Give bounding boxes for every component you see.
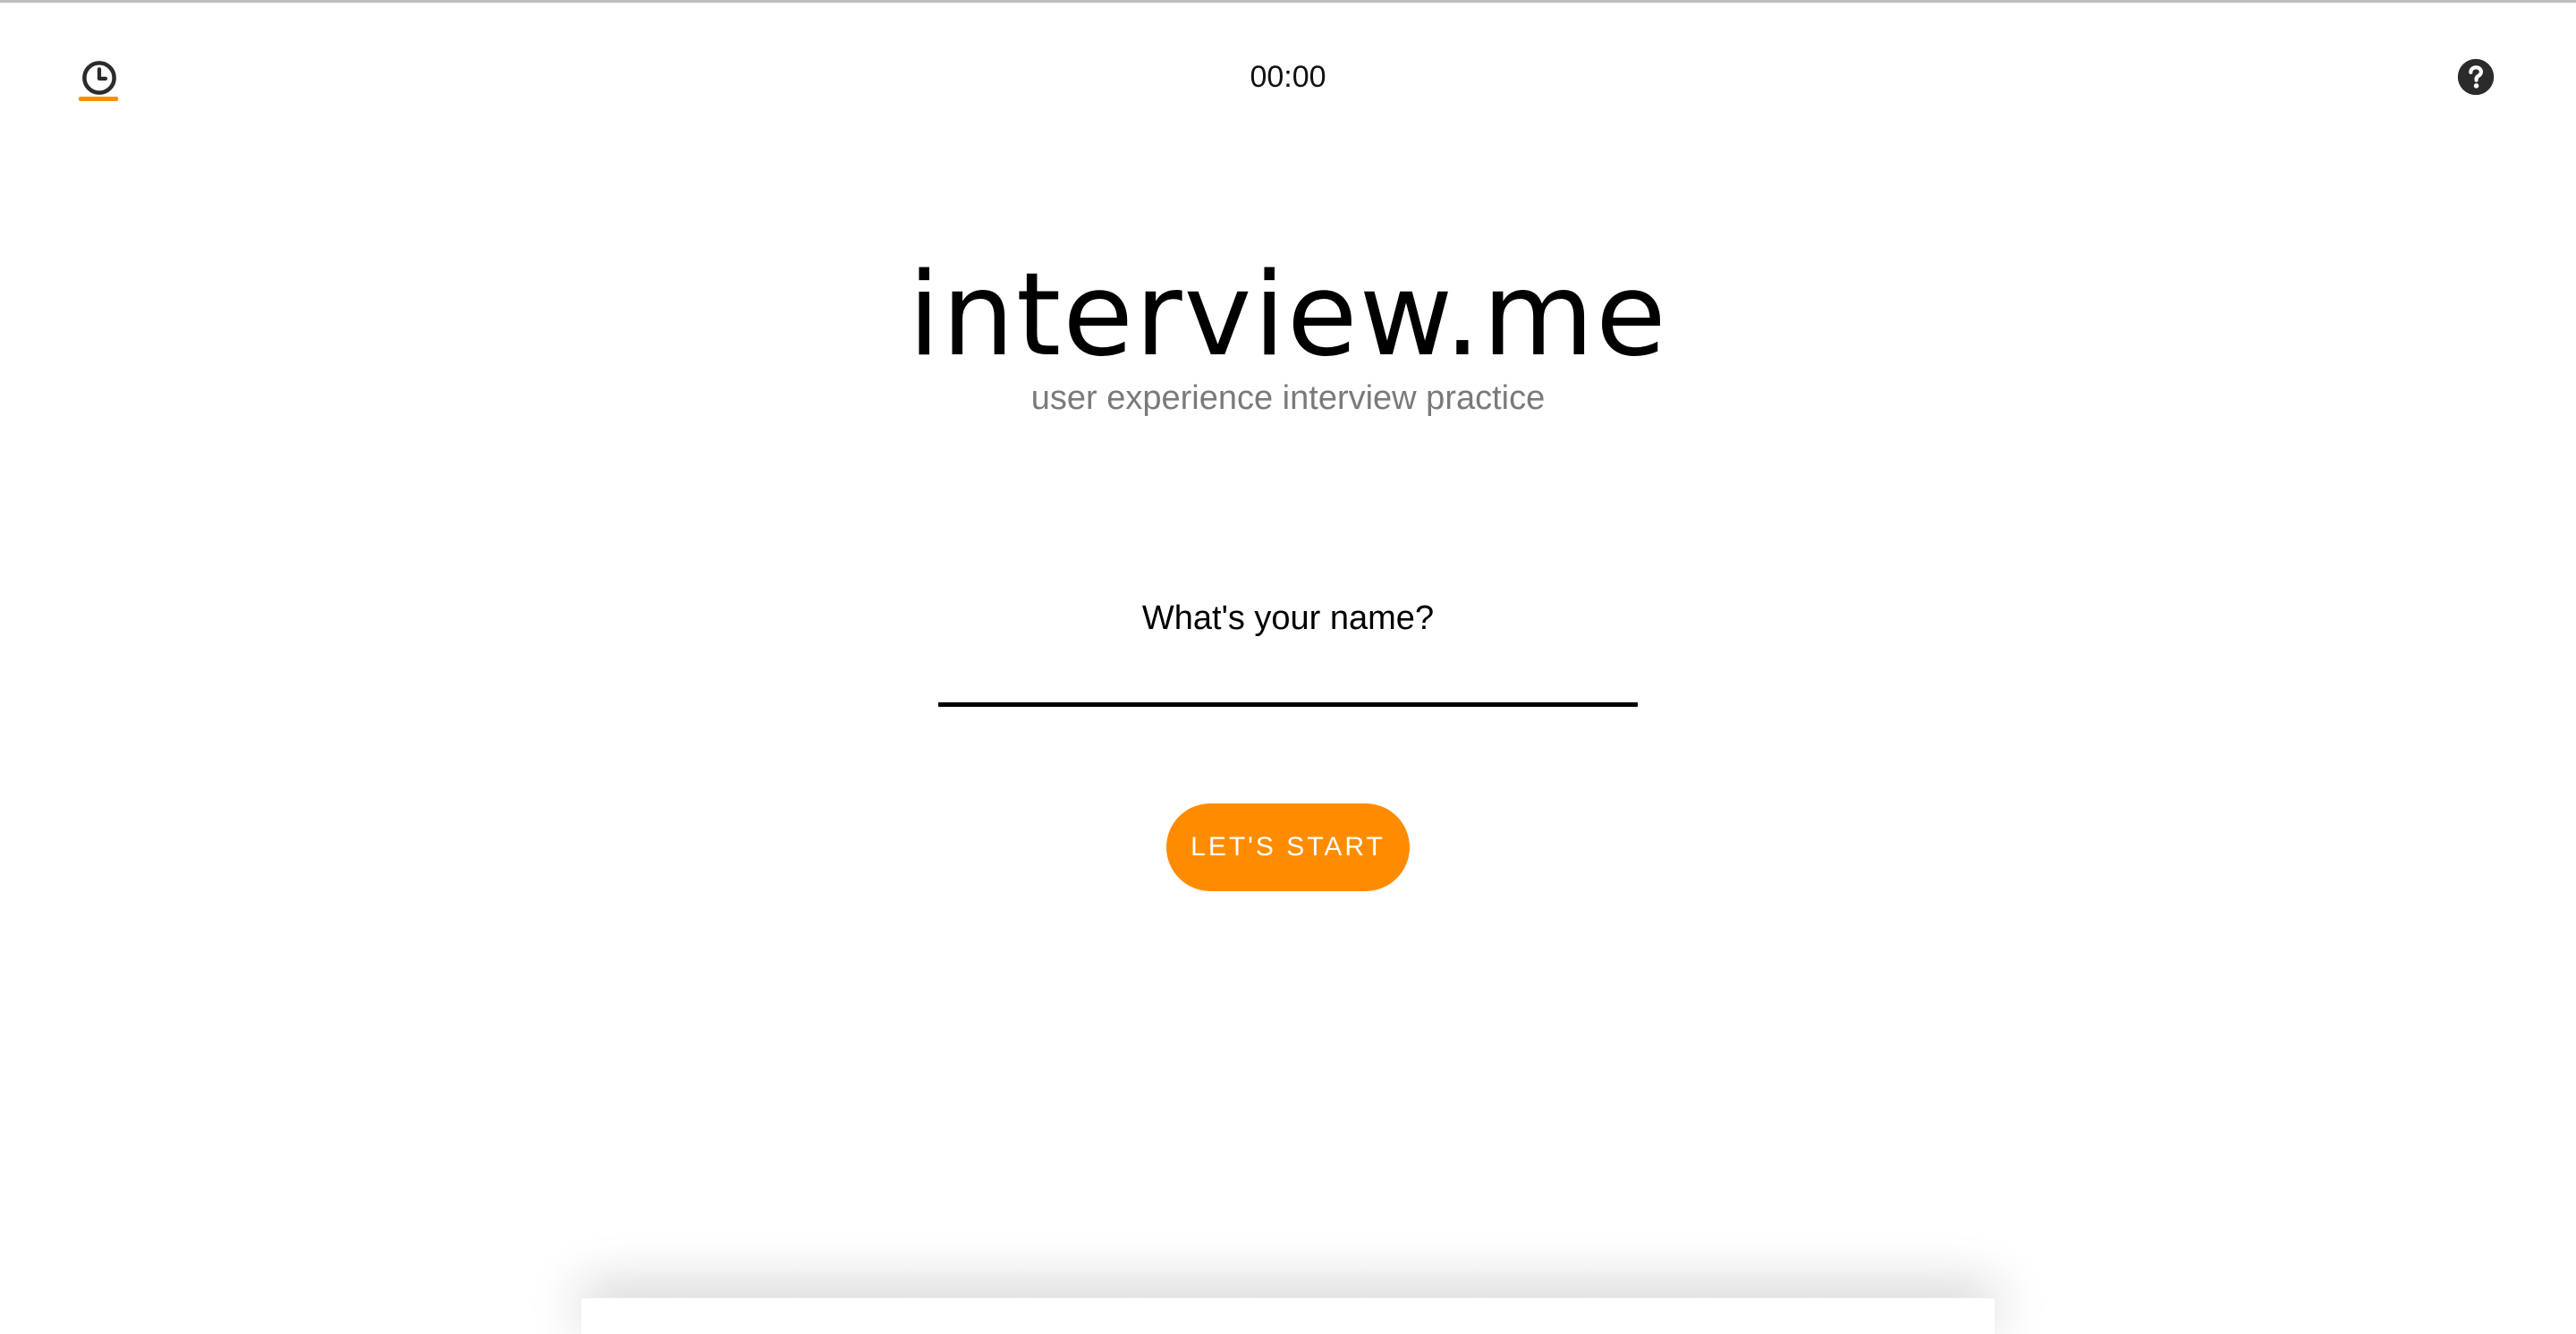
timer-toggle-button[interactable] — [79, 57, 120, 104]
name-question-label: What's your name? — [1141, 599, 1435, 637]
app-logo-title: interview.me — [908, 249, 1668, 382]
lets-start-button[interactable]: LET'S START — [1166, 803, 1410, 891]
name-input[interactable] — [938, 653, 1638, 707]
timer-active-indicator — [79, 97, 118, 101]
question-circle-icon — [2457, 58, 2495, 96]
app-tagline: user experience interview practice — [1030, 379, 1546, 417]
clock-icon — [82, 61, 116, 95]
bottom-panel-edge — [581, 1297, 1995, 1334]
timer-display: 00:00 — [1250, 60, 1326, 94]
help-button[interactable] — [2456, 57, 2496, 97]
window-top-border — [0, 0, 2576, 3]
